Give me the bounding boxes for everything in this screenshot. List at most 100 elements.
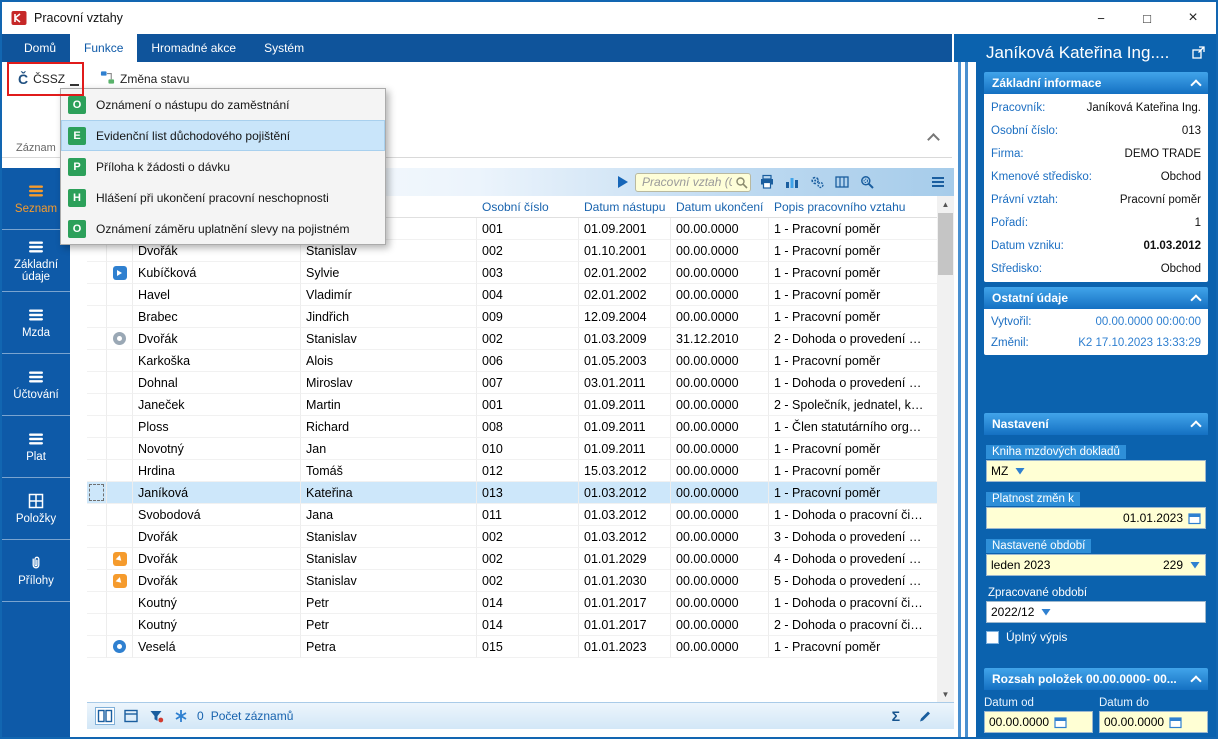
filter-icon[interactable] <box>147 708 165 724</box>
firstname-cell: Jindřich <box>301 306 477 328</box>
section-header-item-range[interactable]: Rozsah položek 00.00.0000- 00... <box>984 668 1208 690</box>
end-date-cell: 00.00.0000 <box>671 306 769 328</box>
maximize-button[interactable]: □ <box>1124 2 1170 34</box>
start-date-cell: 01.09.2011 <box>579 438 671 460</box>
menu-item[interactable]: E Evidenční list důchodového pojištění <box>61 120 385 151</box>
date-from-input[interactable]: 00.00.0000 <box>984 711 1093 733</box>
settings-fields: Kniha mzdových dokladů MZ Platnost změn … <box>984 435 1208 650</box>
row-selector-cell <box>87 548 107 570</box>
toolbar-icons <box>757 173 877 191</box>
table-row[interactable]: Havel Vladimír 004 02.01.2002 00.00.0000 1 - … <box>87 284 937 306</box>
calendar-icon[interactable] <box>1188 512 1201 525</box>
ribbon-tab[interactable]: Systém <box>250 34 318 62</box>
calendar-icon[interactable] <box>1169 716 1182 729</box>
minimize-button[interactable]: − <box>1078 2 1124 34</box>
vertical-scrollbar[interactable]: ▲ ▼ <box>937 196 954 702</box>
dropdown-icon[interactable] <box>1188 559 1201 572</box>
sum-icon[interactable]: Σ <box>892 708 900 724</box>
payroll-book-input[interactable]: MZ <box>986 460 1206 482</box>
date-from-label: Datum od <box>984 697 1034 709</box>
sidebar-item-label: Účtování <box>13 388 59 401</box>
zoom-settings-icon[interactable] <box>857 173 877 191</box>
table-row[interactable]: Svobodová Jana 011 01.03.2012 00.00.0000 1 - … <box>87 504 937 526</box>
sidebar-item[interactable]: Položky <box>2 478 70 540</box>
menu-item[interactable]: P Příloha k žádosti o dávku <box>61 151 385 182</box>
chart-icon[interactable] <box>782 173 802 191</box>
payroll-book-label: Kniha mzdových dokladů <box>986 445 1126 459</box>
table-row[interactable]: Dohnal Miroslav 007 03.01.2011 00.00.0000 1 -… <box>87 372 937 394</box>
play-icon[interactable] <box>615 174 631 190</box>
asterisk-icon[interactable] <box>172 708 190 724</box>
sidebar-item[interactable]: Mzda <box>2 292 70 354</box>
open-detail-icon[interactable] <box>1191 45 1206 60</box>
close-button[interactable]: × <box>1170 2 1216 34</box>
table-row[interactable]: Dvořák Stanislav 002 01.03.2012 00.00.0000 3 … <box>87 526 937 548</box>
full-listing-checkbox[interactable] <box>986 630 999 644</box>
search-input[interactable] <box>635 172 751 192</box>
table-row[interactable]: Kubíčková Sylvie 003 02.01.2002 00.00.0000 1 … <box>87 262 937 284</box>
table-row[interactable]: Karkoška Alois 006 01.05.2003 00.00.0000 1 - … <box>87 350 937 372</box>
row-status-cell <box>107 416 133 438</box>
menu-item[interactable]: H Hlášení při ukončení pracovní neschopno… <box>61 182 385 213</box>
table-row[interactable]: Dvořák Stanislav 002 01.03.2009 31.12.2010 2 … <box>87 328 937 350</box>
sidebar-item[interactable]: Přílohy <box>2 540 70 602</box>
menu-item-label: Příloha k žádosti o dávku <box>96 159 231 174</box>
table-row[interactable]: Veselá Petra 015 01.01.2023 00.00.0000 1 - Pr… <box>87 636 937 658</box>
full-listing-row: Úplný výpis <box>986 630 1206 644</box>
processed-period-input[interactable]: 2022/12 <box>986 601 1206 623</box>
column-header[interactable]: Datum nástupu <box>579 196 671 217</box>
sidebar-item[interactable]: Účtování <box>2 354 70 416</box>
columns-icon[interactable] <box>95 707 115 725</box>
section-header-other-info[interactable]: Ostatní údaje <box>984 287 1208 309</box>
table-row[interactable]: Hrdina Tomáš 012 15.03.2012 00.00.0000 1 - Pr… <box>87 460 937 482</box>
column-header[interactable]: Osobní číslo <box>477 196 579 217</box>
scroll-up-arrow[interactable]: ▲ <box>937 196 954 212</box>
table-row[interactable]: Ploss Richard 008 01.09.2011 00.00.0000 1 - Č… <box>87 416 937 438</box>
start-date-cell: 01.10.2001 <box>579 240 671 262</box>
ribbon-tab[interactable]: Hromadné akce <box>137 34 250 62</box>
info-field-value: Pracovní poměr <box>1119 193 1201 206</box>
section-header-settings[interactable]: Nastavení <box>984 413 1208 435</box>
scrollbar-thumb[interactable] <box>938 213 953 275</box>
set-period-input[interactable]: leden 2023 229 <box>986 554 1206 576</box>
end-date-cell: 00.00.0000 <box>671 614 769 636</box>
table-row[interactable]: Dvořák Stanislav 002 01.01.2029 00.00.0000 4 … <box>87 548 937 570</box>
description-cell: 1 - Pracovní poměr <box>769 284 937 306</box>
menu-item-label: Oznámení záměru uplatnění slevy na pojis… <box>96 221 350 236</box>
personal-number-cell: 014 <box>477 614 579 636</box>
ribbon-tab[interactable]: Funkce <box>70 34 138 62</box>
scroll-down-arrow[interactable]: ▼ <box>937 686 954 702</box>
dropdown-icon[interactable] <box>1013 465 1026 478</box>
date-to-input[interactable]: 00.00.0000 <box>1099 711 1208 733</box>
calendar-icon[interactable] <box>122 708 140 724</box>
dropdown-icon[interactable] <box>1039 606 1052 619</box>
menu-icon[interactable] <box>928 173 948 191</box>
table-row[interactable]: Koutný Petr 014 01.01.2017 00.00.0000 1 - Doh… <box>87 592 937 614</box>
printer-icon[interactable] <box>757 173 777 191</box>
table-row[interactable]: Janeček Martin 001 01.09.2011 00.00.0000 2 - … <box>87 394 937 416</box>
ribbon-tab[interactable]: Domů <box>10 34 70 62</box>
orange-arrow-badge <box>112 573 127 588</box>
calendar-icon[interactable] <box>1054 716 1067 729</box>
table-row[interactable]: Novotný Jan 010 01.09.2011 00.00.0000 1 - Pra… <box>87 438 937 460</box>
section-header-basic-info[interactable]: Základní informace <box>984 72 1208 94</box>
gears-icon[interactable] <box>807 173 827 191</box>
ribbon-collapse-button[interactable] <box>927 131 940 149</box>
table-row[interactable]: Dvořák Stanislav 002 01.01.2030 00.00.0000 5 … <box>87 570 937 592</box>
menu-item[interactable]: O Oznámení záměru uplatnění slevy na poji… <box>61 213 385 244</box>
panel-splitter[interactable] <box>954 62 976 737</box>
table-row[interactable]: Koutný Petr 014 01.01.2017 00.00.0000 2 - Doh… <box>87 614 937 636</box>
pencil-icon[interactable] <box>916 708 934 724</box>
table-row[interactable]: Brabec Jindřich 009 12.09.2004 00.00.0000 1 -… <box>87 306 937 328</box>
table-row[interactable]: Janíková Kateřina 013 01.03.2012 00.00.0000 1… <box>87 482 937 504</box>
list-icon <box>28 183 44 199</box>
row-selector-cell <box>87 306 107 328</box>
column-header[interactable]: Popis pracovního vztahu <box>769 196 937 217</box>
sidebar-item[interactable]: Plat <box>2 416 70 478</box>
info-field: Firma: DEMO TRADE <box>984 142 1208 165</box>
menu-item[interactable]: O Oznámení o nástupu do zaměstnání <box>61 89 385 120</box>
columns-book-icon[interactable] <box>832 173 852 191</box>
validity-date-input[interactable]: 01.01.2023 <box>986 507 1206 529</box>
column-header[interactable]: Datum ukončení <box>671 196 769 217</box>
statusbar-left-icons <box>95 707 190 725</box>
